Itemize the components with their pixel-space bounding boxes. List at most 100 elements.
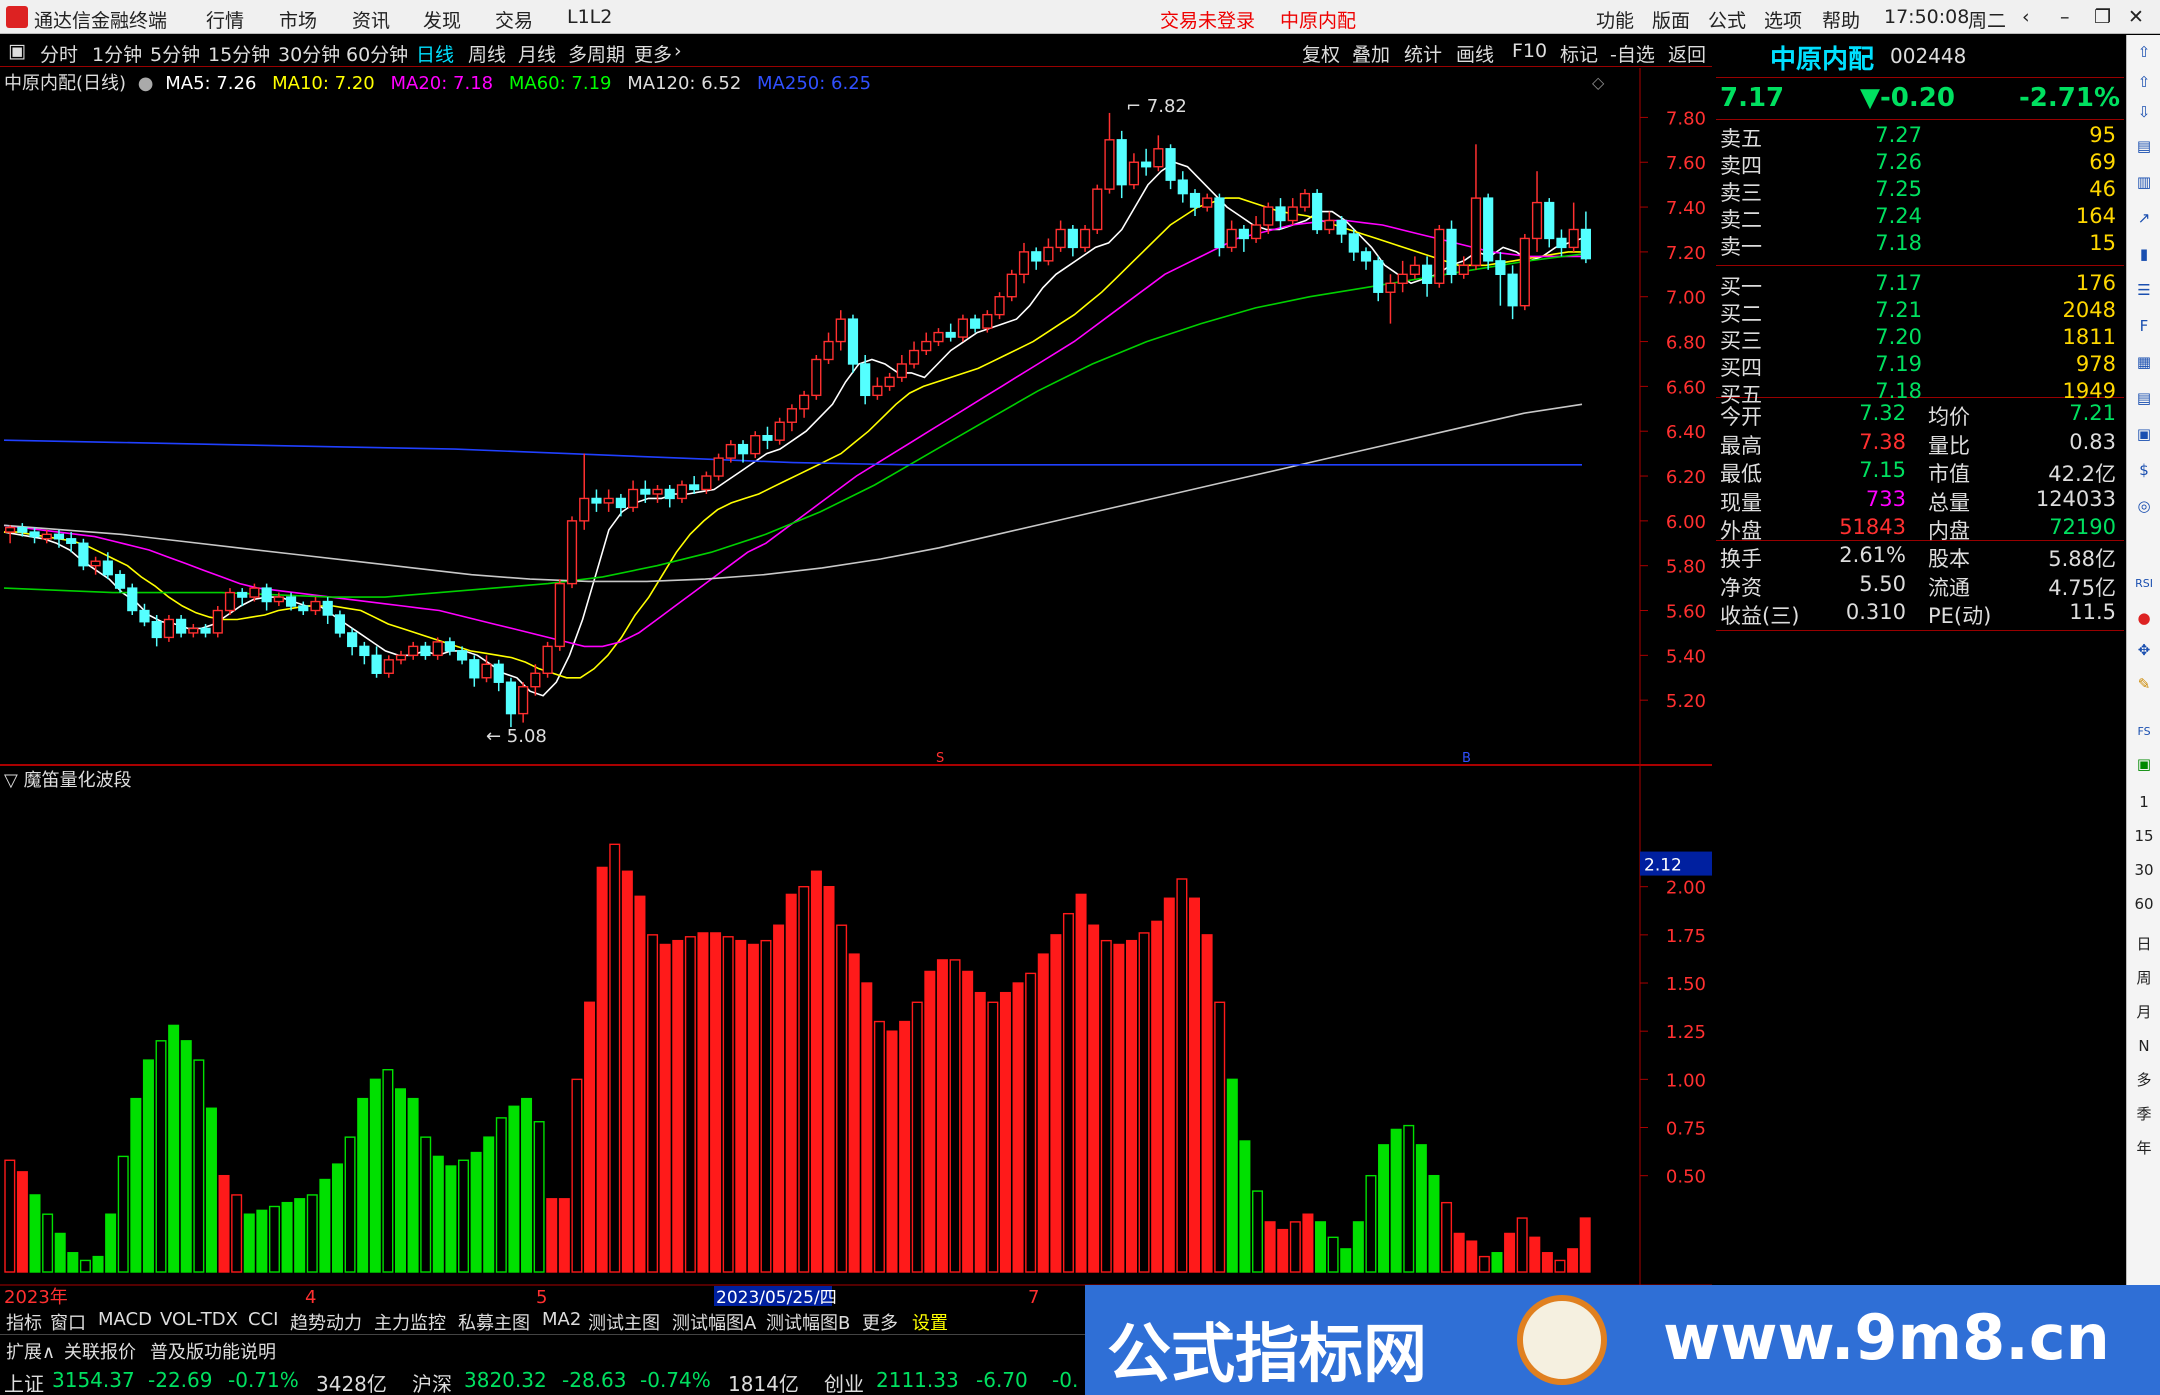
tab-shezhi[interactable]: 设置 [912,1309,948,1335]
candle-body [676,484,688,500]
minute-chart-icon[interactable]: ▤ [2131,133,2157,159]
tab-zhuli[interactable]: 主力监控 [374,1309,446,1335]
candle-body [1385,282,1396,293]
stat-row: 换手 2.61% 股本 5.88亿 [1718,543,2122,572]
up-arrow-icon[interactable]: ⇧ [2131,69,2157,95]
candle-body [835,318,846,343]
period-season-icon[interactable]: 季 [2131,1101,2157,1127]
candle-body [554,582,565,648]
tab-qushi[interactable]: 趋势动力 [290,1309,362,1335]
tab-cci[interactable]: CCI [248,1309,278,1330]
ask-volume: 15 [2089,231,2116,255]
indicator-toggle-icon[interactable]: ▽ [4,770,18,791]
period-month-icon[interactable]: 月 [2131,999,2157,1025]
bid-price: 7.19 [1875,352,1922,376]
tab-kuozhan[interactable]: 扩展∧ [6,1338,55,1364]
candle-body [1336,219,1347,235]
period-1-icon[interactable]: 1 [2131,789,2157,815]
indicator-bar [29,1194,41,1273]
period-week-icon[interactable]: 周 [2131,965,2157,991]
indicator-bar [1403,1124,1415,1273]
rsi-icon[interactable]: RSI [2131,571,2157,597]
candle-body [689,484,700,491]
list-icon[interactable]: ☰ [2131,277,2157,303]
candle-body [1397,273,1408,284]
candle-body [1043,246,1054,262]
grid-icon[interactable]: ▦ [2131,349,2157,375]
candle-body [1287,206,1298,222]
tab-zhibiao[interactable]: 指标 [6,1309,42,1335]
candle-body [933,331,944,343]
tab-gengduo[interactable]: 更多 [862,1309,898,1335]
f2-icon[interactable]: ▣ [2131,421,2157,447]
kline-icon[interactable]: ▥ [2131,169,2157,195]
ask-price: 7.26 [1875,150,1922,174]
indicator-bar [508,1105,520,1273]
stat-value: 124033 [2035,486,2116,511]
f10-icon[interactable]: F [2131,313,2157,339]
ind-tick-label: 0.50 [1666,1167,1706,1188]
candle-body [1238,228,1249,240]
stat-row: 净资 5.50 流通 4.75亿 [1718,572,2122,601]
menu-bangzhu[interactable]: 帮助 [1822,6,1860,33]
ask-price: 7.25 [1875,177,1922,201]
period-year-icon[interactable]: 年 [2131,1135,2157,1161]
tab-ceshi-b[interactable]: 测试幅图B [766,1309,850,1335]
idx-sh-chg: -22.69 [148,1368,213,1392]
tab-guanlian[interactable]: 关联报价 [64,1338,136,1364]
move-icon[interactable]: ✥ [2131,637,2157,663]
tab-simu[interactable]: 私募主图 [458,1309,530,1335]
period-15-icon[interactable]: 15 [2131,823,2157,849]
pen-icon[interactable]: ✎ [2131,671,2157,697]
candle-body [725,443,736,459]
stat-value: 5.50 [1859,571,1906,596]
tab-chuangkou[interactable]: 窗口 [50,1309,86,1335]
candle-body [908,349,920,365]
indicator-bar [67,1252,79,1273]
period-day-icon[interactable]: 日 [2131,931,2157,957]
tab-ceshi-a[interactable]: 测试幅图A [672,1309,756,1335]
period-multi-icon[interactable]: 多 [2131,1067,2157,1093]
back-icon[interactable]: ‹ [2022,6,2030,28]
high-annotation: ⌐ 7.82 [1126,96,1187,117]
candle-icon[interactable]: ▮ [2131,241,2157,267]
menu-gongshi[interactable]: 公式 [1708,6,1746,33]
quote-price: 7.17 [1720,83,1785,113]
indicator-bar [54,1232,66,1273]
dollar-icon[interactable]: $ [2131,457,2157,483]
maximize-icon[interactable]: ❐ [2094,6,2111,28]
down-arrow-icon[interactable]: ⇩ [2131,99,2157,125]
scroll-up-icon[interactable]: ⇧ [2131,39,2157,65]
idx-hs-label[interactable]: 沪深 [412,1368,452,1395]
period-60-icon[interactable]: 60 [2131,891,2157,917]
ask-row: 卖二 7.24 164 [1718,204,2122,233]
idx-cy-label[interactable]: 创业 [824,1368,864,1395]
tab-ceshi-zhu[interactable]: 测试主图 [588,1309,660,1335]
table-icon[interactable]: ▤ [2131,385,2157,411]
indicator-title[interactable]: ▽ 魔笛量化波段 [4,766,132,792]
tab-ma2[interactable]: MA2 [542,1309,581,1330]
candle-body [1519,237,1530,307]
candle-body [285,596,297,607]
money-icon[interactable]: ● [2131,605,2157,631]
candle-body [823,340,834,361]
cycle-icon[interactable]: ◎ [2131,493,2157,519]
period-30-icon[interactable]: 30 [2131,857,2157,883]
kline-chart[interactable]: 7.80 7.60 7.40 7.20 7.00 6.80 6.60 6.40 6.20 6.00… [0,0,1712,1306]
chart-small-icon[interactable]: ▣ [2131,751,2157,777]
period-n-icon[interactable]: N [2131,1033,2157,1059]
menu-xuanxiang[interactable]: 选项 [1764,6,1802,33]
idx-sh-label[interactable]: 上证 [4,1368,44,1395]
minimize-icon[interactable]: – [2060,6,2070,28]
close-icon[interactable]: ✕ [2128,6,2144,28]
trend-icon[interactable]: ↗ [2131,205,2157,231]
tab-vol-tdx[interactable]: VOL-TDX [160,1309,238,1330]
tab-puji[interactable]: 普及版功能说明 [150,1338,276,1364]
indicator-bar [836,924,848,1273]
stat-value: 7.15 [1859,458,1906,482]
candle-body [481,663,492,679]
fs-icon[interactable]: FS [2131,719,2157,745]
tab-macd[interactable]: MACD [98,1309,152,1330]
indicator-bar [1504,1232,1516,1273]
candle-body [298,605,309,612]
